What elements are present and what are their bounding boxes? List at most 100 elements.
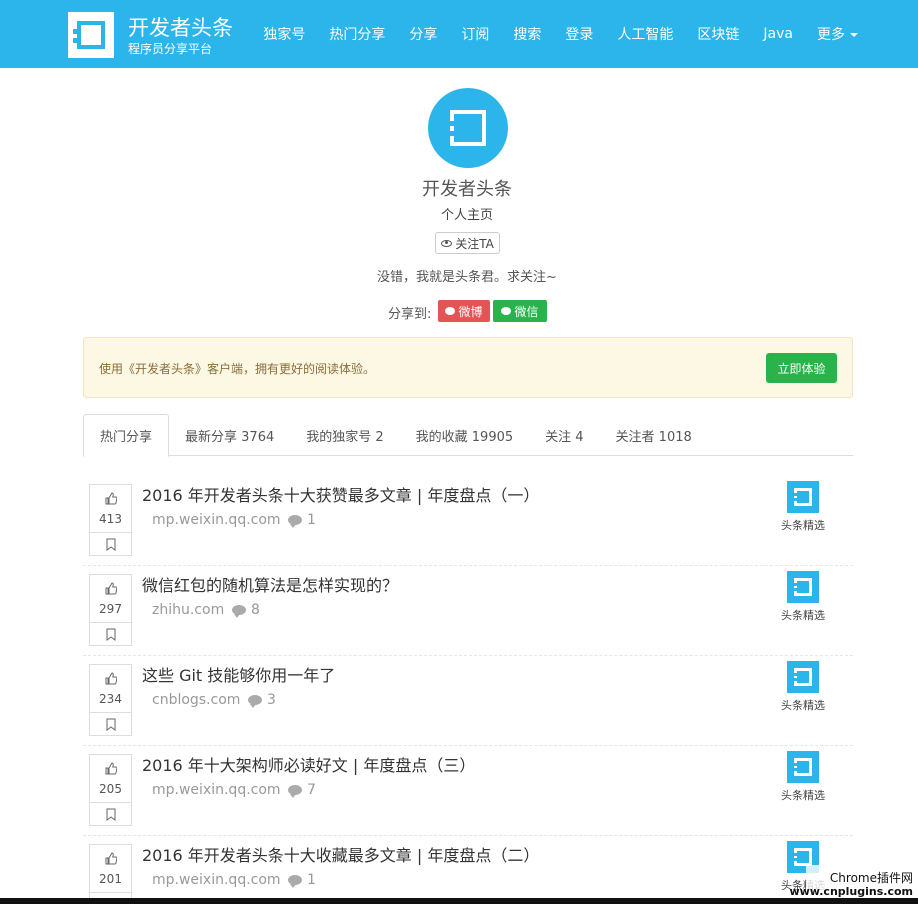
profile-avatar — [428, 88, 508, 168]
tab-hot-shares[interactable]: 热门分享 — [83, 414, 170, 457]
vote-count: 201 — [99, 872, 122, 886]
main-nav: 独家号 热门分享 分享 订阅 搜索 登录 人工智能 区块链 Java 更多 — [239, 0, 858, 68]
source-channel[interactable]: 头条精选 — [773, 571, 833, 623]
thumbs-up-icon — [105, 762, 117, 775]
comment-link[interactable]: 3 — [248, 692, 276, 708]
article-domain[interactable]: mp.weixin.qq.com — [152, 872, 281, 888]
comment-count: 8 — [251, 602, 260, 618]
article-title-link[interactable]: 这些 Git 技能够你用一年了 — [142, 662, 335, 686]
vote-count: 413 — [99, 512, 122, 526]
channel-logo-icon — [787, 661, 819, 693]
vote-box: 297 — [89, 574, 132, 646]
bookmark-icon[interactable] — [106, 538, 116, 551]
source-channel[interactable]: 头条精选 — [773, 661, 833, 713]
channel-logo-icon — [787, 571, 819, 603]
nav-item-blockchain[interactable]: 区块链 — [697, 24, 739, 44]
source-channel[interactable]: 头条精选 — [773, 481, 833, 533]
article-title-link[interactable]: 2016 年开发者头条十大收藏最多文章 | 年度盘点（二） — [142, 842, 539, 866]
eye-icon — [441, 239, 453, 247]
nav-item-java[interactable]: Java — [763, 26, 793, 42]
follow-button[interactable]: 关注TA — [435, 232, 500, 254]
upvote-button[interactable]: 413 — [90, 485, 131, 533]
tab-following[interactable]: 关注 4 — [529, 414, 599, 456]
brand-title[interactable]: 开发者头条 — [128, 12, 233, 42]
vote-count: 297 — [99, 602, 122, 616]
article-item: 297 微信红包的随机算法是怎样实现的？ zhihu.com 8 头条精选 — [83, 566, 853, 656]
vote-count: 234 — [99, 692, 122, 706]
share-wechat-button[interactable]: 微信 — [493, 300, 547, 322]
comment-count: 1 — [307, 872, 316, 888]
comment-link[interactable]: 8 — [232, 602, 260, 618]
bookmark-icon[interactable] — [106, 718, 116, 731]
top-navbar: 开发者头条 程序员分享平台 独家号 热门分享 分享 订阅 搜索 登录 人工智能 … — [0, 0, 918, 68]
article-domain[interactable]: mp.weixin.qq.com — [152, 512, 281, 528]
tab-latest-shares[interactable]: 最新分享 3764 — [169, 414, 290, 456]
nav-item-hot-shares[interactable]: 热门分享 — [329, 24, 385, 44]
vote-box: 234 — [89, 664, 132, 736]
article-item: 201 2016 年开发者头条十大收藏最多文章 | 年度盘点（二） mp.weixi… — [83, 836, 853, 904]
bottom-bar — [0, 898, 918, 904]
article-title-link[interactable]: 微信红包的随机算法是怎样实现的？ — [142, 572, 398, 596]
comment-link[interactable]: 7 — [288, 782, 316, 798]
tab-followers[interactable]: 关注者 1018 — [600, 414, 708, 456]
watermark-line1: Chrome插件网 — [829, 871, 913, 885]
upvote-button[interactable]: 234 — [90, 665, 131, 713]
source-channel[interactable]: 头条精选 — [773, 751, 833, 803]
tab-my-exclusive[interactable]: 我的独家号 2 — [290, 414, 399, 456]
channel-logo-icon — [787, 751, 819, 783]
comment-bubble-icon — [232, 605, 246, 618]
nav-item-more[interactable]: 更多 — [817, 24, 858, 44]
bookmark-icon[interactable] — [106, 628, 116, 641]
article-title-link[interactable]: 2016 年开发者头条十大获赞最多文章 | 年度盘点（一） — [142, 482, 539, 506]
share-weibo-button[interactable]: 微博 — [438, 300, 490, 322]
vote-box: 205 — [89, 754, 132, 826]
source-label: 头条精选 — [781, 519, 825, 532]
thumbs-up-icon — [105, 582, 117, 595]
site-logo-icon[interactable] — [68, 12, 114, 58]
comment-count: 7 — [307, 782, 316, 798]
article-item: 234 这些 Git 技能够你用一年了 cnblogs.com 3 头条精选 — [83, 656, 853, 746]
profile-bio: 没错，我就是头条君。求关注~ — [377, 270, 557, 285]
comment-bubble-icon — [248, 695, 262, 708]
comment-link[interactable]: 1 — [288, 512, 316, 528]
brand-subtitle: 程序员分享平台 — [128, 42, 213, 56]
nav-more-label: 更多 — [817, 27, 845, 43]
vote-count: 205 — [99, 782, 122, 796]
article-item: 205 2016 年十大架构师必读好文 | 年度盘点（三） mp.weixin.qq… — [83, 746, 853, 836]
thumbs-up-icon — [105, 852, 117, 865]
article-domain[interactable]: cnblogs.com — [152, 692, 240, 708]
source-label: 头条精选 — [781, 789, 825, 802]
follow-label: 关注TA — [455, 236, 494, 251]
channel-logo-icon — [787, 481, 819, 513]
profile-name: 开发者头条 — [422, 179, 512, 200]
profile-tabs: 热门分享 最新分享 3764 我的独家号 2 我的收藏 19905 关注 4 关… — [83, 414, 853, 457]
article-domain[interactable]: mp.weixin.qq.com — [152, 782, 281, 798]
try-now-button[interactable]: 立即体验 — [766, 353, 837, 383]
upvote-button[interactable]: 297 — [90, 575, 131, 623]
promo-text: 使用《开发者头条》客户端，拥有更好的阅读体验。 — [99, 362, 376, 376]
nav-item-search[interactable]: 搜索 — [513, 24, 541, 44]
bookmark-icon[interactable] — [106, 808, 116, 821]
article-item: 413 2016 年开发者头条十大获赞最多文章 | 年度盘点（一） mp.weixi… — [83, 476, 853, 566]
upvote-button[interactable]: 201 — [90, 845, 131, 893]
vote-box: 201 — [89, 844, 132, 904]
article-title-link[interactable]: 2016 年十大架构师必读好文 | 年度盘点（三） — [142, 752, 475, 776]
comment-count: 3 — [267, 692, 276, 708]
nav-item-login[interactable]: 登录 — [565, 24, 593, 44]
comment-bubble-icon — [288, 875, 302, 888]
tab-my-favorites[interactable]: 我的收藏 19905 — [400, 414, 530, 456]
nav-item-share[interactable]: 分享 — [409, 24, 437, 44]
nav-item-subscribe[interactable]: 订阅 — [461, 24, 489, 44]
nav-item-exclusive[interactable]: 独家号 — [263, 24, 305, 44]
comment-link[interactable]: 1 — [288, 872, 316, 888]
weibo-icon — [445, 307, 456, 315]
upvote-button[interactable]: 205 — [90, 755, 131, 803]
article-domain[interactable]: zhihu.com — [152, 602, 224, 618]
comment-bubble-icon — [288, 515, 302, 528]
wechat-icon — [501, 307, 512, 315]
watermark-line2: www.cnplugins.com — [789, 885, 913, 898]
nav-item-ai[interactable]: 人工智能 — [617, 24, 673, 44]
caret-down-icon — [850, 33, 858, 37]
vote-box: 413 — [89, 484, 132, 556]
thumbs-up-icon — [105, 672, 117, 685]
